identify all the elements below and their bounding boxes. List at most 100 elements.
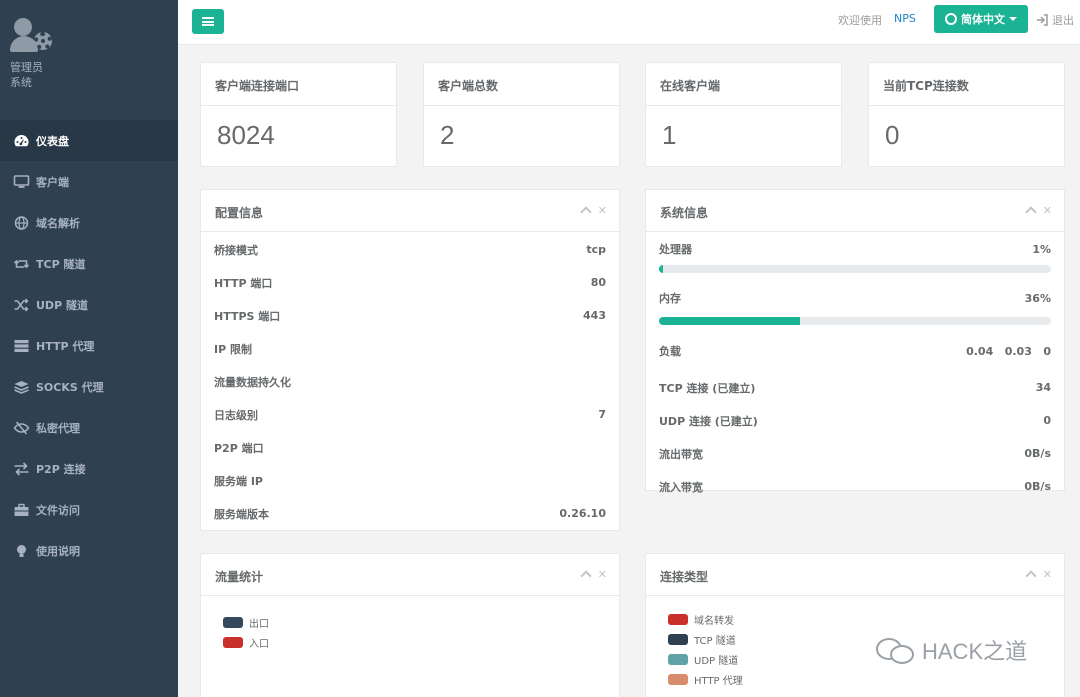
legend-item[interactable]: 域名转发 (668, 609, 1064, 629)
config-row: 日志级别 7 (201, 398, 619, 431)
panel-header: 流量统计 ✕ (201, 554, 619, 596)
legend-swatch (668, 653, 688, 665)
lightbulb-icon (12, 544, 30, 558)
stat-title: 当前TCP连接数 (869, 63, 1064, 106)
config-row: IP 限制 (201, 332, 619, 365)
sidebar-item-tcp[interactable]: TCP 隧道 (0, 243, 178, 284)
legend-item[interactable]: 入口 (223, 632, 619, 652)
system-row: 流入带宽 0B/s (646, 470, 1064, 503)
sidebar-item-label: 客户端 (36, 175, 69, 189)
profile-role: 系统 (10, 76, 32, 89)
row-value: 34 (1035, 381, 1051, 394)
legend-swatch (223, 616, 243, 628)
memory-progress-bar (659, 317, 1051, 325)
legend-swatch (668, 633, 688, 645)
row-label: 流入带宽 (659, 480, 703, 494)
config-row: 流量数据持久化 (201, 365, 619, 398)
language-dropdown[interactable]: 简体中文 (934, 5, 1028, 33)
dashboard-icon (12, 134, 30, 148)
welcome-text: 欢迎使用 (838, 14, 882, 27)
sign-out-icon (1037, 14, 1048, 26)
panel-tools: ✕ (580, 204, 607, 218)
sidebar-item-label: 仪表盘 (36, 134, 69, 148)
row-label: TCP 连接 (已建立) (659, 381, 756, 395)
config-row: HTTP 端口 80 (201, 266, 619, 299)
logout-label: 退出 (1052, 14, 1074, 27)
config-rows: 桥接模式 tcp HTTP 端口 80 HTTPS 端口 443 IP 限制 流量数据… (201, 232, 619, 530)
collapse-icon[interactable] (580, 570, 592, 582)
sidebar-item-files[interactable]: 文件访问 (0, 489, 178, 530)
row-label: HTTP 端口 (214, 276, 273, 290)
caret-down-icon (1009, 17, 1017, 21)
row-label: 处理器 (659, 243, 692, 256)
panel-title: 系统信息 (660, 206, 709, 220)
close-icon[interactable]: ✕ (598, 568, 607, 581)
row-label: UDP 连接 (已建立) (659, 414, 758, 428)
admin-avatar-icon (10, 18, 54, 56)
sidebar-item-http[interactable]: HTTP 代理 (0, 325, 178, 366)
watermark: HACK之道 (876, 634, 1027, 666)
row-value: 7 (598, 408, 606, 421)
sidebar-item-secret[interactable]: 私密代理 (0, 407, 178, 448)
config-row: HTTPS 端口 443 (201, 299, 619, 332)
exchange-icon (12, 461, 30, 476)
sidebar-item-label: TCP 隧道 (36, 257, 86, 271)
sidebar-item-clients[interactable]: 客户端 (0, 161, 178, 202)
legend-swatch (668, 613, 688, 625)
legend-item[interactable]: 出口 (223, 612, 619, 632)
top-navbar: 欢迎使用 NPS 简体中文 退出 (178, 0, 1080, 45)
system-panel: 系统信息 ✕ 处理器 1% 内存 36% 负载 0.04 0.03 0 TCP 连接 … (645, 189, 1065, 494)
collapse-icon[interactable] (580, 206, 592, 218)
sidebar-toggle-button[interactable] (192, 9, 224, 34)
stat-value: 2 (440, 120, 455, 150)
stat-value: 0 (885, 120, 900, 150)
row-value: 1% (1032, 242, 1051, 256)
config-panel: 配置信息 ✕ 桥接模式 tcp HTTP 端口 80 HTTPS 端口 443 IP … (200, 189, 620, 531)
server-icon (12, 339, 30, 353)
row-value: 0B/s (1024, 447, 1051, 460)
panel-tools: ✕ (1025, 568, 1052, 582)
retweet-icon (12, 257, 30, 271)
brand-link[interactable]: NPS (894, 12, 916, 25)
close-icon[interactable]: ✕ (1043, 568, 1052, 581)
sidebar-item-label: SOCKS 代理 (36, 380, 104, 394)
stat-title: 客户端总数 (424, 63, 619, 106)
load-row: 负载 0.04 0.03 0 (646, 331, 1064, 371)
sidebar-item-p2p[interactable]: P2P 连接 (0, 448, 178, 489)
legend-swatch (223, 636, 243, 648)
row-label: 负载 (659, 345, 681, 358)
desktop-icon (12, 174, 30, 189)
legend-label: HTTP 代理 (694, 675, 743, 687)
sidebar-item-dashboard[interactable]: 仪表盘 (0, 120, 178, 161)
row-value: 0B/s (1024, 480, 1051, 493)
sidebar-item-socks[interactable]: SOCKS 代理 (0, 366, 178, 407)
row-label: P2P 端口 (214, 441, 264, 455)
legend-swatch (668, 673, 688, 685)
close-icon[interactable]: ✕ (598, 204, 607, 217)
globe-icon (12, 215, 30, 230)
legend-item[interactable]: HTTP 代理 (668, 669, 1064, 689)
logout-link[interactable]: 退出 (1036, 12, 1074, 28)
legend-label: 域名转发 (694, 615, 734, 627)
sidebar: 管理员 系统 仪表盘 客户端 域名解析 TCP 隧道 UDP 隧道 HTTP 代… (0, 0, 178, 697)
collapse-icon[interactable] (1025, 206, 1037, 218)
sidebar-item-help[interactable]: 使用说明 (0, 530, 178, 571)
sidebar-item-label: 文件访问 (36, 503, 80, 517)
config-row: 服务端 IP (201, 464, 619, 497)
system-row: UDP 连接 (已建立) 0 (646, 404, 1064, 437)
system-row: TCP 连接 (已建立) 34 (646, 371, 1064, 404)
row-label: 服务端 IP (214, 474, 263, 488)
watermark-text: HACK之道 (922, 639, 1028, 664)
traffic-panel: 流量统计 ✕ 出口 入口 (200, 553, 620, 697)
hamburger-icon (202, 17, 214, 26)
sidebar-item-udp[interactable]: UDP 隧道 (0, 284, 178, 325)
profile[interactable]: 管理员 系统 (0, 0, 178, 120)
config-row: 服务端版本 0.26.10 (201, 497, 619, 530)
briefcase-icon (12, 503, 30, 517)
legend-label: 入口 (249, 638, 269, 650)
row-label: 日志级别 (214, 408, 258, 422)
sidebar-item-label: P2P 连接 (36, 462, 86, 476)
collapse-icon[interactable] (1025, 570, 1037, 582)
close-icon[interactable]: ✕ (1043, 204, 1052, 217)
sidebar-item-domain[interactable]: 域名解析 (0, 202, 178, 243)
